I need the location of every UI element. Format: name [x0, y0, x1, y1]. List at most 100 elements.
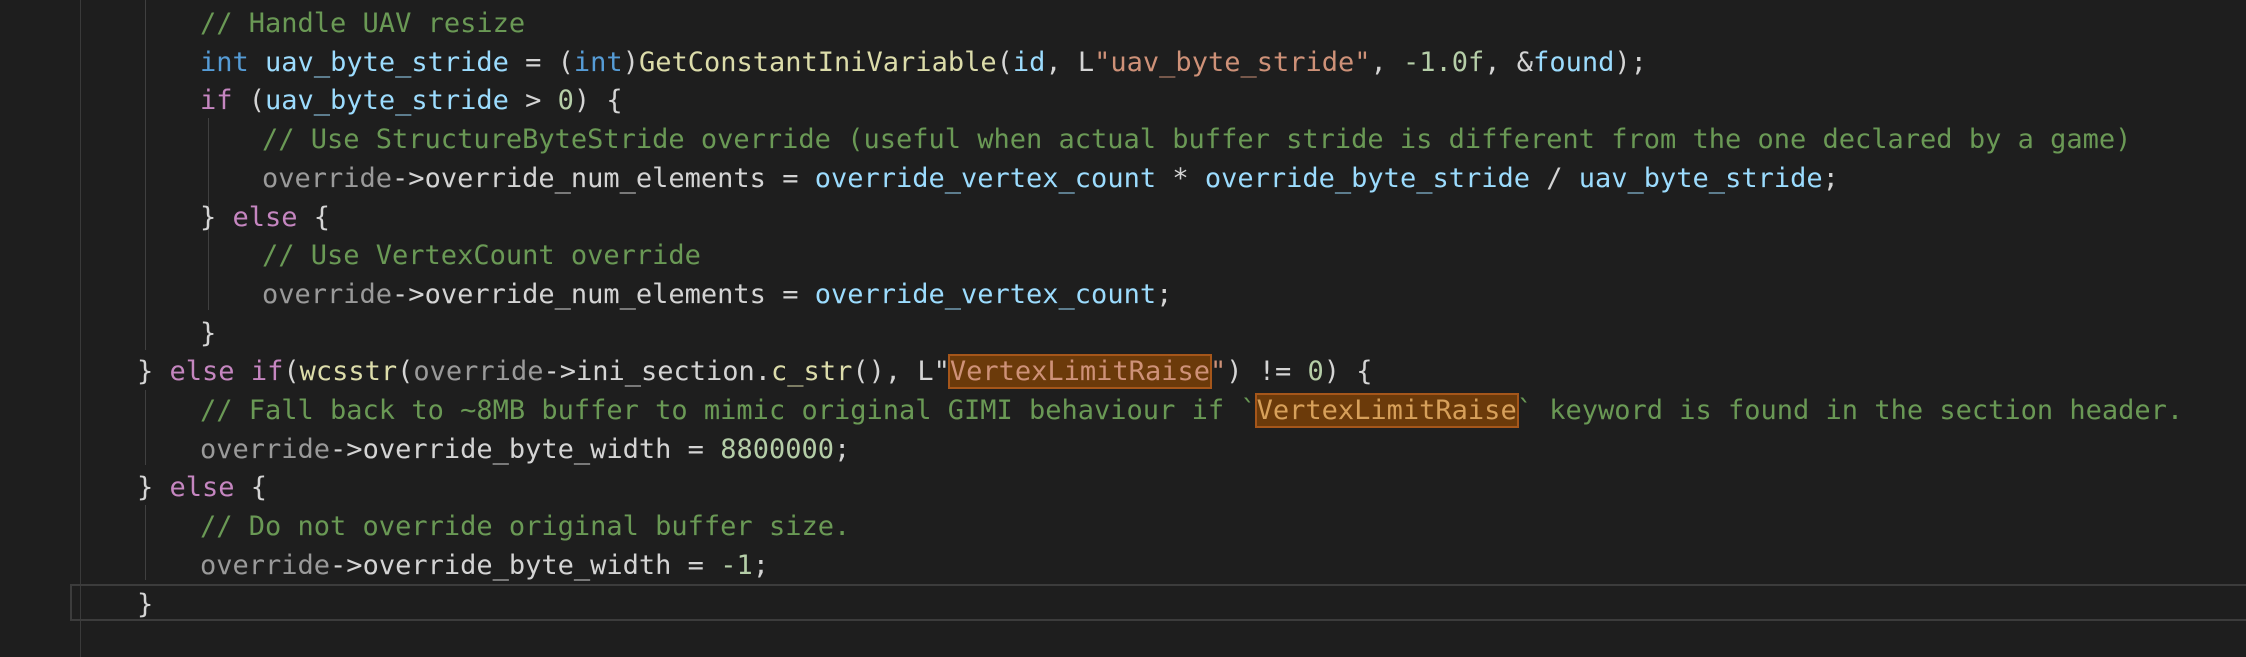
- code-token: -1: [720, 549, 753, 581]
- code-token: found: [1533, 46, 1615, 78]
- code-token: if: [200, 85, 233, 117]
- code-token: override_num_elements: [424, 162, 766, 194]
- code-token: override_byte_stride: [1204, 162, 1530, 194]
- code-token: override: [262, 278, 393, 310]
- code-token: ` keyword is found in the section header…: [1516, 395, 2184, 426]
- code-token: =: [765, 278, 815, 310]
- code-token: }: [137, 472, 170, 504]
- code-token: id: [1012, 46, 1046, 78]
- code-token: // Use VertexCount override: [262, 240, 701, 272]
- current-line-highlight: [70, 584, 2246, 621]
- code-line[interactable]: } else {: [137, 469, 267, 508]
- search-match-highlight: VertexLimitRaise: [947, 354, 1212, 390]
- code-token: override: [262, 162, 393, 194]
- code-token: -1.0f: [1403, 46, 1485, 78]
- code-token: /: [1529, 162, 1579, 194]
- code-token: ;: [752, 549, 769, 581]
- code-token: ;: [1156, 278, 1173, 310]
- code-token: ->: [330, 549, 363, 581]
- code-token: override_vertex_count: [814, 162, 1157, 194]
- code-token: (: [397, 356, 414, 388]
- code-token: override: [200, 433, 331, 465]
- code-token: ) {: [573, 85, 623, 117]
- code-token: , &: [1484, 46, 1534, 78]
- code-token: ->: [392, 278, 425, 310]
- code-token: 0: [557, 85, 574, 117]
- code-token: >: [508, 85, 558, 117]
- code-token: if: [250, 356, 284, 388]
- code-line[interactable]: // Fall back to ~8MB buffer to mimic ori…: [200, 392, 2183, 431]
- search-match-highlight: VertexLimitRaise: [1254, 393, 1519, 428]
- code-token: // Do not override original buffer size.: [200, 511, 851, 543]
- code-line[interactable]: override->override_num_elements = overri…: [262, 160, 1839, 199]
- code-token: {: [297, 201, 331, 233]
- code-token: ;: [834, 433, 851, 465]
- code-token: ini_section: [575, 356, 755, 388]
- code-line[interactable]: override->override_num_elements = overri…: [262, 276, 1172, 315]
- code-token: ->: [543, 356, 576, 388]
- code-token: else: [169, 356, 235, 388]
- code-token: ,: [1370, 46, 1404, 78]
- code-token: (: [232, 85, 266, 117]
- code-token: =: [671, 433, 721, 465]
- code-token: GetConstantIniVariable: [638, 46, 997, 78]
- code-token: override_vertex_count: [814, 278, 1157, 310]
- code-token: ->: [392, 162, 425, 194]
- code-line[interactable]: override->override_byte_width = -1;: [200, 547, 769, 586]
- indent-guide: [145, 505, 146, 580]
- gutter-divider: [80, 0, 81, 657]
- code-token: else: [232, 201, 298, 233]
- code-token: wcsstr: [299, 356, 398, 388]
- code-token: // Use StructureByteStride override (use…: [262, 124, 2132, 156]
- code-token: *: [1156, 162, 1205, 194]
- code-token: }: [137, 588, 154, 620]
- indent-guide: [145, 0, 146, 350]
- code-editor[interactable]: // Handle UAV resize int uav_byte_stride …: [0, 0, 2246, 657]
- code-token: ): [622, 46, 639, 78]
- code-line[interactable]: // Use StructureByteStride override (use…: [262, 121, 2131, 160]
- code-token: "uav_byte_stride": [1094, 46, 1371, 78]
- code-line[interactable]: int uav_byte_stride = (int)GetConstantIn…: [200, 44, 1647, 83]
- code-token: // Handle UAV resize: [200, 8, 526, 39]
- code-token: }: [200, 201, 233, 233]
- code-token: int: [573, 46, 623, 78]
- code-token: override: [413, 356, 544, 388]
- code-token: = (: [508, 46, 574, 78]
- code-token: override_num_elements: [424, 278, 766, 310]
- code-token: ": [1209, 356, 1227, 388]
- code-token: }: [137, 356, 170, 388]
- code-token: ) {: [1323, 356, 1373, 388]
- code-token: override_byte_width: [362, 549, 672, 581]
- code-line[interactable]: }: [200, 315, 216, 354]
- code-token: uav_byte_stride: [1578, 162, 1823, 194]
- code-line[interactable]: if (uav_byte_stride > 0) {: [200, 82, 623, 121]
- code-line[interactable]: // Use VertexCount override: [262, 237, 701, 276]
- code-token: int: [200, 46, 249, 78]
- code-token: (: [283, 356, 300, 388]
- code-token: , L: [1045, 46, 1095, 78]
- code-line[interactable]: override->override_byte_width = 8800000;: [200, 431, 850, 470]
- code-line[interactable]: } else if(wcsstr(override->ini_section.c…: [137, 353, 1373, 392]
- code-token: uav_byte_stride: [265, 85, 509, 117]
- code-token: uav_byte_stride: [265, 46, 509, 78]
- code-token: // Fall back to ~8MB buffer to mimic ori…: [200, 395, 1257, 426]
- code-line[interactable]: // Handle UAV resize: [200, 5, 525, 44]
- code-token: (), L": [852, 356, 950, 388]
- code-line[interactable]: }: [137, 586, 153, 625]
- code-token: c_str: [771, 356, 853, 388]
- code-line[interactable]: // Do not override original buffer size.: [200, 508, 850, 547]
- code-token: );: [1614, 46, 1647, 78]
- code-token: .: [754, 356, 772, 388]
- code-token: else: [169, 472, 235, 504]
- code-token: 0: [1307, 356, 1324, 388]
- code-token: =: [671, 549, 721, 581]
- code-token: ->: [330, 433, 363, 465]
- code-token: (: [996, 46, 1013, 78]
- code-line[interactable]: } else {: [200, 199, 330, 238]
- code-token: override: [200, 549, 331, 581]
- indent-guide: [145, 390, 146, 465]
- code-token: override_byte_width: [362, 433, 672, 465]
- code-token: {: [234, 472, 268, 504]
